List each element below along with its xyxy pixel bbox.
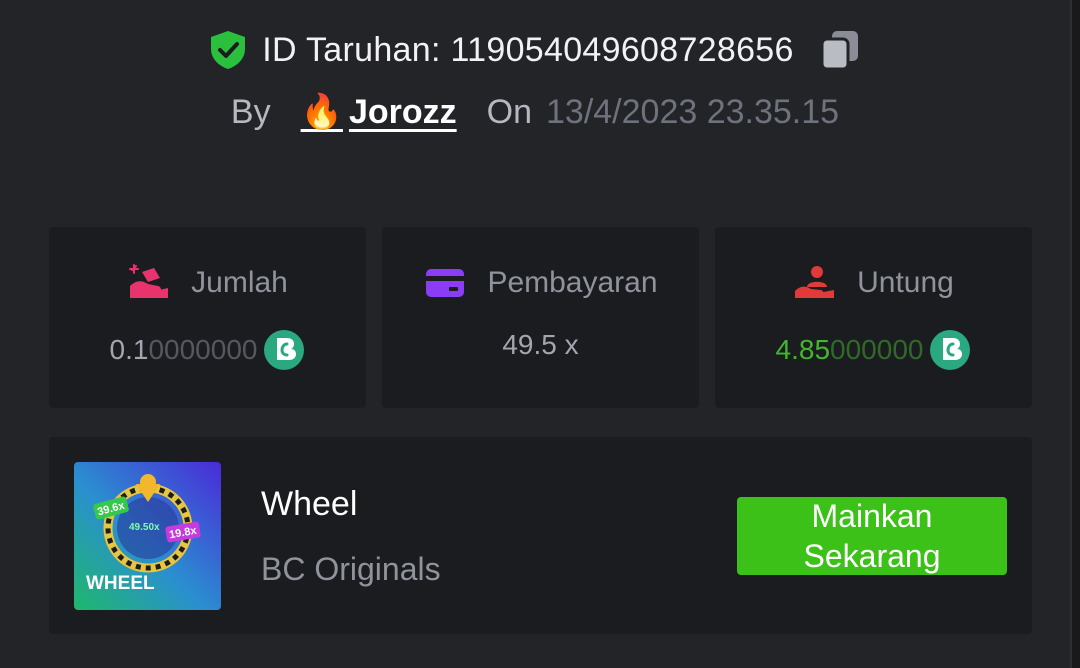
profit-value-dim: 000000 — [830, 334, 924, 365]
by-label: By — [230, 92, 271, 131]
bet-id-label: ID Taruhan: — [262, 30, 441, 69]
verified-shield-icon — [208, 30, 248, 70]
amount-label: Jumlah — [191, 266, 288, 299]
fire-icon: 🔥 — [300, 93, 343, 131]
copy-icon[interactable] — [818, 28, 862, 72]
play-now-line1: Mainkan — [811, 498, 933, 534]
thumb-label-2: 49.50x — [129, 522, 160, 533]
hand-coins-icon — [127, 263, 171, 303]
play-now-button[interactable]: Mainkan Sekarang — [737, 497, 1007, 575]
on-label: On — [486, 92, 532, 131]
amount-value: 0.1 0000000 — [110, 329, 306, 371]
payout-label: Pembayaran — [487, 266, 658, 299]
bc-coin-icon — [930, 330, 971, 370]
bet-datetime: 13/4/2023 23.35.15 — [546, 92, 840, 131]
credit-card-icon — [423, 263, 467, 303]
amount-card: Jumlah 0.1 0000000 — [49, 227, 366, 408]
amount-value-main: 0.1 — [109, 334, 149, 365]
play-now-line2: Sekarang — [803, 538, 941, 574]
profit-value: 4.85 000000 — [776, 329, 972, 371]
game-thumbnail[interactable]: 39.6x 49.50x 19.8x WHEEL — [74, 462, 221, 610]
profit-card: Untung 4.85 000000 — [715, 227, 1032, 408]
thumb-title: WHEEL — [86, 573, 155, 594]
bet-stats: Jumlah 0.1 0000000 Pembayaran 49.5 x Unt… — [49, 227, 1032, 408]
payout-value: 49.5 x — [502, 329, 579, 360]
username-link[interactable]: 🔥 Jorozz — [301, 92, 457, 132]
bet-id-row: ID Taruhan: 119054049608728656 — [0, 28, 1070, 72]
username-text: Jorozz — [348, 92, 457, 131]
payout-card: Pembayaran 49.5 x — [382, 227, 699, 408]
profit-label: Untung — [857, 266, 954, 299]
bet-id-value: 119054049608728656 — [450, 30, 794, 69]
bet-id-text: ID Taruhan: 119054049608728656 — [262, 31, 793, 70]
bc-coin-icon — [264, 330, 305, 370]
right-scroll-edge — [1070, 0, 1080, 668]
profit-value-main: 4.85 — [775, 334, 831, 365]
hand-person-icon — [793, 263, 837, 303]
bet-author-row: By 🔥 Jorozz On 13/4/2023 23.35.15 — [0, 92, 1070, 132]
game-name[interactable]: Wheel — [261, 485, 357, 524]
game-provider: BC Originals — [261, 551, 441, 587]
amount-value-dim: 0000000 — [148, 334, 258, 365]
game-card: 39.6x 49.50x 19.8x WHEEL Wheel BC Origin… — [49, 437, 1032, 634]
